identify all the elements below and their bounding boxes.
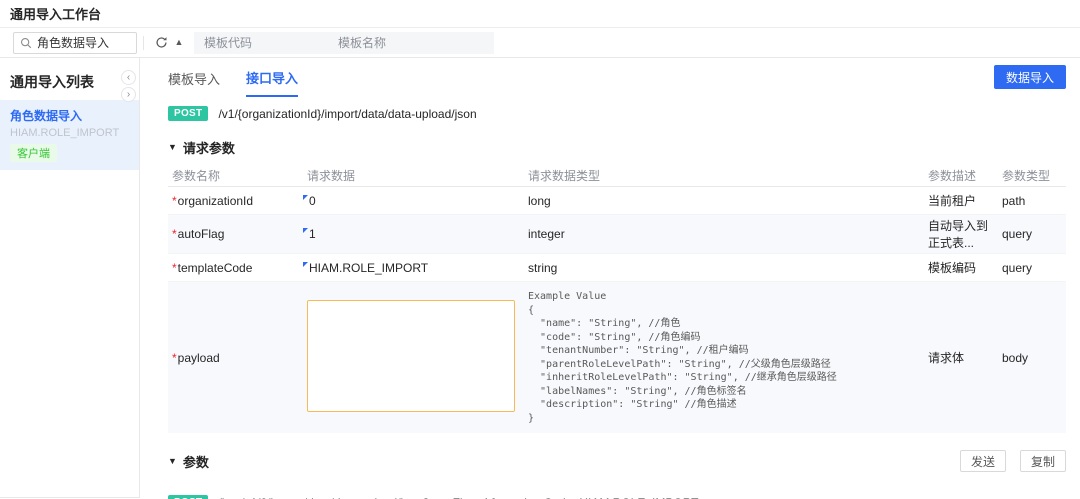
tab-template-import[interactable]: 模板导入 xyxy=(168,59,220,96)
toolbar-divider xyxy=(143,36,144,50)
sidebar-item-role-import[interactable]: 角色数据导入 HIAM.ROLE_IMPORT 客户端 xyxy=(0,100,139,170)
sidebar-collapse-controls: ‹ › xyxy=(121,70,136,102)
param-name-cell: *organizationId xyxy=(168,192,303,210)
data-type-cell: long xyxy=(524,192,924,210)
search-box[interactable] xyxy=(13,32,137,54)
caret-down-icon: ▼ xyxy=(168,457,177,466)
collapse-left-button[interactable]: ‹ xyxy=(121,70,136,85)
endpoint-line: POST /v1/{organizationId}/import/data/da… xyxy=(168,106,1066,121)
param-name-cell: *payload xyxy=(168,349,303,367)
payload-textarea[interactable] xyxy=(307,300,515,412)
table-row: *organizationId 0 long 当前租户 path xyxy=(168,187,1066,215)
refresh-icon xyxy=(155,36,168,49)
required-asterisk: * xyxy=(172,351,177,365)
sidebar-title: 通用导入列表 xyxy=(0,58,139,100)
upload-button[interactable]: ▲ xyxy=(170,34,188,52)
main-panel: 模板导入 接口导入 数据导入 POST /v1/{organizationId}… xyxy=(140,58,1080,498)
template-code-label: 模板代码 xyxy=(194,34,328,51)
refresh-button[interactable] xyxy=(152,34,170,52)
param-name-cell: *templateCode xyxy=(168,259,303,277)
auto-flag-value-cell[interactable]: 1 xyxy=(303,225,524,243)
table-row-payload: *payload Example Value { "name": "String… xyxy=(168,282,1066,433)
param-type-cell: query xyxy=(998,225,1066,243)
title-bar: 通用导入工作台 xyxy=(0,0,1080,28)
col-header-request-data: 请求数据 xyxy=(303,167,524,184)
post-method-badge: POST xyxy=(168,106,208,121)
search-icon xyxy=(20,37,32,49)
general-import-workbench: 通用导入工作台 ▲ 模板代码 模板名称 通用导入列表 ‹ › 角色数据导入 xyxy=(0,0,1080,499)
send-button[interactable]: 发送 xyxy=(960,450,1006,472)
data-type-cell: integer xyxy=(524,225,924,243)
sidebar-item-name: 角色数据导入 xyxy=(10,107,129,124)
params-title: 参数 xyxy=(183,452,209,471)
copy-button[interactable]: 复制 xyxy=(1020,450,1066,472)
edit-flag-icon xyxy=(303,262,308,267)
cell-value: 1 xyxy=(307,227,316,241)
template-name-label: 模板名称 xyxy=(328,34,462,51)
param-desc-cell: 自动导入到正式表... xyxy=(924,215,998,253)
result-endpoint-url: /iam/v1/0/import/data/data-upload/json?a… xyxy=(218,496,698,499)
tab-bar: 模板导入 接口导入 数据导入 xyxy=(168,58,1066,96)
param-name: payload xyxy=(178,351,220,365)
data-import-button[interactable]: 数据导入 xyxy=(994,65,1066,89)
example-value-cell: Example Value { "name": "String", //角色 "… xyxy=(524,282,924,433)
required-asterisk: * xyxy=(172,227,177,241)
param-type-cell: body xyxy=(998,349,1066,367)
cell-value: HIAM.ROLE_IMPORT xyxy=(307,261,428,275)
client-badge: 客户端 xyxy=(10,144,57,162)
upload-triangle-icon: ▲ xyxy=(175,38,184,47)
required-asterisk: * xyxy=(172,261,177,275)
params-section-header[interactable]: ▼ 参数 发送 复制 xyxy=(168,450,1066,472)
param-name-cell: *autoFlag xyxy=(168,225,303,243)
request-params-title: 请求参数 xyxy=(183,138,235,157)
endpoint-url: /v1/{organizationId}/import/data/data-up… xyxy=(218,107,476,121)
sidebar-item-code: HIAM.ROLE_IMPORT xyxy=(10,127,129,139)
table-row: *autoFlag 1 integer 自动导入到正式表... query xyxy=(168,215,1066,254)
param-name: templateCode xyxy=(178,261,253,275)
param-type-cell: query xyxy=(998,259,1066,277)
collapse-right-button[interactable]: › xyxy=(121,87,136,102)
page-title: 通用导入工作台 xyxy=(10,4,101,23)
organization-id-value-cell[interactable]: 0 xyxy=(303,192,524,210)
search-input[interactable] xyxy=(37,36,130,50)
col-header-param-name: 参数名称 xyxy=(168,167,303,184)
result-endpoint-line: POST /iam/v1/0/import/data/data-upload/j… xyxy=(168,495,1066,499)
post-method-badge: POST xyxy=(168,495,208,499)
param-name: autoFlag xyxy=(178,227,225,241)
param-desc-cell: 请求体 xyxy=(924,347,998,368)
col-header-request-data-type: 请求数据类型 xyxy=(524,167,924,184)
request-params-section-header[interactable]: ▼ 请求参数 xyxy=(168,138,1066,157)
caret-down-icon: ▼ xyxy=(168,143,177,152)
tab-interface-import[interactable]: 接口导入 xyxy=(246,58,298,97)
col-header-param-type: 参数类型 xyxy=(998,167,1066,184)
template-header-strip: 模板代码 模板名称 xyxy=(194,32,494,54)
edit-flag-icon xyxy=(303,195,308,200)
table-row: *templateCode HIAM.ROLE_IMPORT string 模板… xyxy=(168,254,1066,282)
cell-value: 0 xyxy=(307,194,316,208)
template-code-value-cell[interactable]: HIAM.ROLE_IMPORT xyxy=(303,259,524,277)
param-type-cell: path xyxy=(998,192,1066,210)
payload-input-cell xyxy=(303,292,524,423)
param-desc-cell: 当前租户 xyxy=(924,190,998,211)
params-table: 参数名称 请求数据 请求数据类型 参数描述 参数类型 *organization… xyxy=(168,165,1066,433)
data-type-cell: string xyxy=(524,259,924,277)
toolbar: ▲ 模板代码 模板名称 xyxy=(0,28,1080,58)
param-desc-cell: 模板编码 xyxy=(924,257,998,278)
param-name: organizationId xyxy=(178,194,253,208)
col-header-param-desc: 参数描述 xyxy=(924,167,998,184)
edit-flag-icon xyxy=(303,228,308,233)
example-value-code: Example Value { "name": "String", //角色 "… xyxy=(528,284,920,431)
table-header-row: 参数名称 请求数据 请求数据类型 参数描述 参数类型 xyxy=(168,165,1066,187)
sidebar: 通用导入列表 ‹ › 角色数据导入 HIAM.ROLE_IMPORT 客户端 xyxy=(0,58,140,498)
required-asterisk: * xyxy=(172,194,177,208)
